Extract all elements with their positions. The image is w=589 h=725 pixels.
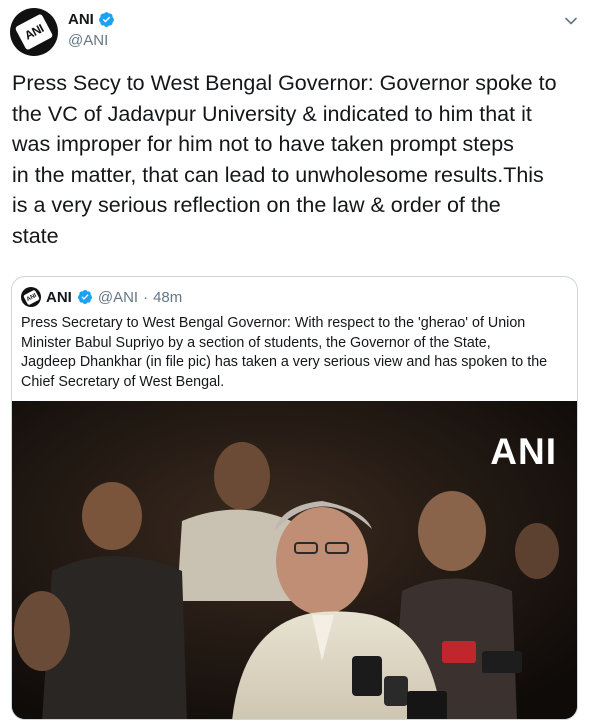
tweet-card: ANI ANI @ANI Press Secy to West Bengal G… bbox=[0, 0, 589, 725]
quoted-handle: @ANI bbox=[97, 288, 139, 306]
quoted-avatar: ANI bbox=[21, 287, 41, 307]
verified-badge-icon bbox=[98, 12, 114, 27]
quoted-tweet-text: Press Secretary to West Bengal Governor:… bbox=[21, 315, 548, 390]
chevron-down-icon[interactable] bbox=[564, 14, 578, 28]
quoted-avatar-logo-text: ANI bbox=[25, 291, 37, 303]
tweet-text: Press Secy to West Bengal Governor: Gove… bbox=[12, 71, 557, 248]
display-name[interactable]: ANI bbox=[68, 11, 94, 28]
avatar-logo-text: ANI bbox=[22, 21, 46, 43]
tweet-header: ANI ANI @ANI bbox=[10, 8, 580, 58]
author-info: ANI @ANI bbox=[68, 11, 115, 49]
separator-dot: · bbox=[143, 288, 149, 306]
ani-watermark: ANI bbox=[490, 431, 557, 472]
quoted-media-photo[interactable]: ANI bbox=[12, 401, 577, 719]
handle[interactable]: @ANI bbox=[68, 32, 115, 49]
avatar[interactable]: ANI bbox=[10, 8, 58, 56]
quoted-tweet-header: ANI ANI @ANI · 48m bbox=[21, 287, 182, 307]
quoted-timestamp: 48m bbox=[153, 288, 183, 306]
quoted-display-name: ANI bbox=[46, 288, 72, 306]
verified-badge-icon bbox=[77, 290, 92, 304]
quoted-tweet[interactable]: ANI ANI @ANI · 48m Press Secretary to We… bbox=[11, 276, 578, 720]
ani-logo: ANI bbox=[14, 13, 54, 51]
quoted-ani-logo: ANI bbox=[22, 289, 40, 305]
